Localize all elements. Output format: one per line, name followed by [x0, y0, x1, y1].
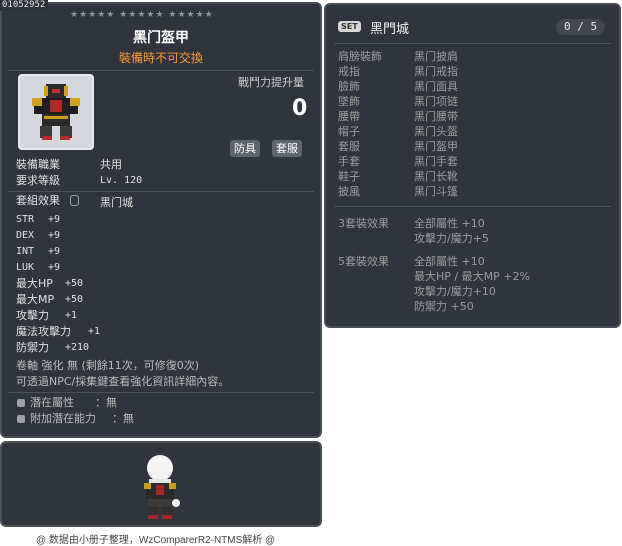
item-id-label: 01052952: [0, 0, 49, 11]
stat-label: DEX: [16, 230, 35, 241]
set-effect5-line: 防禦力 +50: [414, 300, 474, 313]
set-piece-slot: 臉飾: [338, 80, 360, 93]
bonus-potential-value: ：無: [112, 412, 134, 425]
bonus-potential-label: 附加潛在能力: [30, 412, 96, 425]
power-value: 0: [292, 96, 308, 121]
stat-label: 最大MP: [16, 293, 55, 306]
stat-label: STR: [16, 214, 35, 225]
set-piece-name: 黑门项链: [414, 95, 458, 108]
set-piece-name: 黑门面具: [414, 80, 458, 93]
set-name-link[interactable]: 黑门城: [100, 195, 133, 211]
set-badge: SET: [338, 21, 361, 32]
set-piece-slot: 鞋子: [338, 170, 360, 183]
stat-label: 最大HP: [16, 277, 53, 290]
item-name: 黑门盔甲: [133, 30, 189, 46]
set-piece-name: 黑门头盔: [414, 125, 458, 138]
set-effect5-line: 最大HP / 最大MP +2%: [414, 270, 530, 283]
set-piece-slot: 墜飾: [338, 95, 360, 108]
set-piece-slot: 腰帶: [338, 110, 360, 123]
divider: [334, 43, 611, 44]
tag-overall: 套服: [272, 140, 302, 157]
footer-credit: @ 数据由小册子整理，WzComparerR2-NTMS解析 @: [36, 535, 276, 546]
potential-icon: [17, 399, 25, 407]
mouse-icon: [70, 195, 79, 206]
set-piece-slot: 披風: [338, 185, 360, 198]
stat-label: INT: [16, 246, 35, 257]
info-line: 可透過NPC/採集鍵查看強化資訊詳細內容。: [16, 375, 230, 388]
set-piece-name: 黑门长靴: [414, 170, 458, 183]
stat-value: +50: [65, 278, 84, 289]
set-piece-name: 黑门盔甲: [414, 140, 458, 153]
character-preview-panel: [0, 441, 322, 527]
stat-value: +9: [48, 230, 61, 241]
set-effect5-label: 5套裝效果: [338, 255, 389, 268]
armor-icon: [32, 84, 80, 140]
stat-label: LUK: [16, 262, 35, 273]
set-piece-slot: 戒指: [338, 65, 360, 78]
set-effect5-line: 全部屬性 +10: [414, 255, 485, 268]
item-tooltip-panel: ★★★★★ ★★★★★ ★★★★★ 黑门盔甲 裝備時不可交換 戰鬥力提升量 0 …: [0, 2, 322, 438]
stat-label: 魔法攻擊力: [16, 325, 71, 338]
divider: [334, 206, 611, 207]
level-label: 要求等級: [16, 174, 60, 187]
job-label: 裝備職業: [16, 158, 60, 171]
stat-value: +210: [65, 342, 90, 353]
tag-armor: 防具: [230, 140, 260, 157]
stat-value: +1: [65, 310, 78, 321]
scroll-line: 卷軸 強化 無 (剩餘11次，可修復0次): [16, 359, 200, 372]
job-value: 共用: [100, 158, 122, 171]
stat-value: +9: [48, 262, 61, 273]
set-count: 0 / 5: [556, 19, 606, 35]
divider: [8, 191, 314, 192]
set-piece-slot: 肩膀裝飾: [338, 50, 382, 63]
set-piece-slot: 套服: [338, 140, 360, 153]
stat-label: 攻擊力: [16, 309, 49, 322]
set-piece-name: 黑门腰带: [414, 110, 458, 123]
divider: [8, 392, 314, 393]
star-force-stars: ★★★★★ ★★★★★ ★★★★★: [70, 10, 214, 20]
set-piece-name: 黑门手套: [414, 155, 458, 168]
set-name: 黑門城: [370, 22, 410, 37]
level-value: Lv. 120: [100, 175, 143, 186]
set-piece-name: 黑门斗篷: [414, 185, 458, 198]
set-piece-name: 黑门披肩: [414, 50, 458, 63]
set-info-panel: SET 黑門城 0 / 5 肩膀裝飾 黑门披肩 戒指 黑门戒指 臉飾 黑门面具 …: [324, 3, 621, 328]
set-effect3-line: 攻擊力/魔力+5: [414, 232, 489, 245]
stat-value: +9: [48, 214, 61, 225]
stat-label: 防禦力: [16, 341, 49, 354]
set-piece-slot: 帽子: [338, 125, 360, 138]
set-piece-name: 黑门戒指: [414, 65, 458, 78]
power-label: 戰鬥力提升量: [238, 76, 304, 89]
set-effect3-label: 3套裝效果: [338, 217, 389, 230]
set-effect3-line: 全部屬性 +10: [414, 217, 485, 230]
set-piece-slot: 手套: [338, 155, 360, 168]
divider: [8, 70, 314, 71]
potential-label: 潛在屬性: [30, 396, 74, 409]
set-effect5-line: 攻擊力/魔力+10: [414, 285, 496, 298]
bonus-potential-icon: [17, 415, 25, 423]
stat-value: +9: [48, 246, 61, 257]
stat-value: +50: [65, 294, 84, 305]
item-icon: [18, 74, 94, 150]
character-preview-icon: [144, 455, 180, 519]
potential-value: ：無: [95, 396, 117, 409]
trade-note: 裝備時不可交換: [118, 51, 203, 65]
set-effect-label: 套組效果: [16, 194, 60, 207]
stat-value: +1: [88, 326, 101, 337]
